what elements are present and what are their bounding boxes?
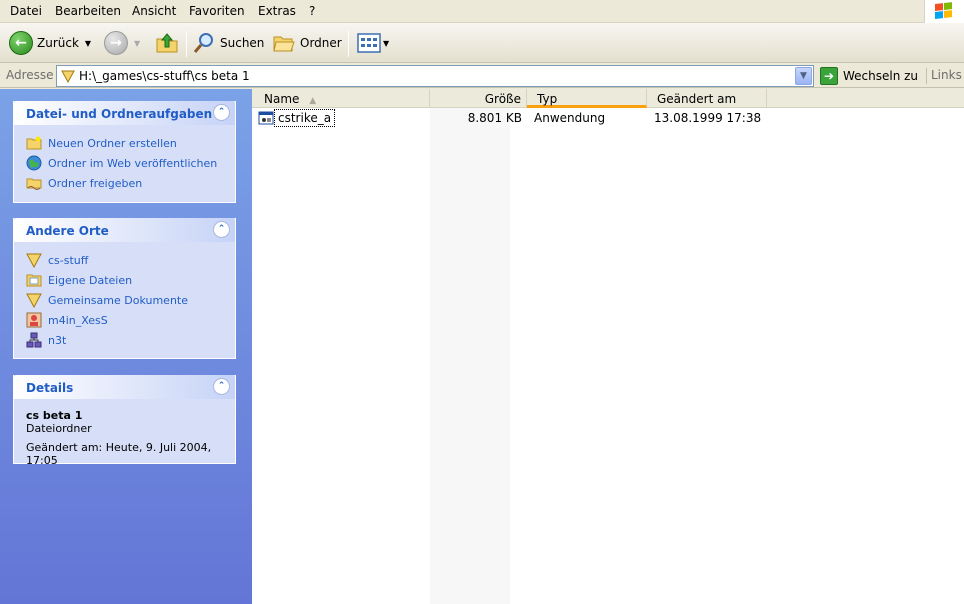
other-places-header[interactable]: Andere Orte ⌃ bbox=[14, 218, 235, 242]
toolbar-separator bbox=[348, 31, 349, 57]
up-folder-button[interactable] bbox=[155, 29, 179, 57]
task-pane: Datei- und Ordneraufgaben ⌃ Neuen Ordner… bbox=[0, 89, 252, 604]
address-label: Adresse bbox=[6, 68, 54, 82]
application-icon bbox=[258, 111, 274, 125]
group-title: Details bbox=[26, 381, 74, 395]
folders-label: Ordner bbox=[300, 36, 342, 50]
task-label: Ordner freigeben bbox=[48, 176, 143, 190]
place-label: n3t bbox=[48, 333, 67, 347]
windows-flag-icon bbox=[935, 2, 953, 20]
details-type: Dateiordner bbox=[26, 422, 92, 435]
collapse-chevron-icon[interactable]: ⌃ bbox=[213, 378, 230, 395]
column-header-size[interactable]: Größe bbox=[430, 89, 527, 108]
details-group: Details ⌃ cs beta 1 Dateiordner Geändert… bbox=[13, 375, 236, 467]
table-row[interactable]: cstrike_a 8.801 KB Anwendung 13.08.1999 … bbox=[252, 109, 964, 127]
views-button[interactable]: ▼ bbox=[357, 29, 389, 57]
details-modified: Geändert am: Heute, 9. Juli 2004, 17:05 bbox=[26, 441, 212, 467]
toolbar-separator bbox=[186, 31, 187, 57]
column-header-modified[interactable]: Geändert am bbox=[647, 89, 767, 108]
forward-dropdown-icon[interactable]: ▼ bbox=[134, 39, 140, 48]
file-folder-tasks-header[interactable]: Datei- und Ordneraufgaben ⌃ bbox=[14, 101, 235, 125]
details-name: cs beta 1 bbox=[26, 409, 83, 422]
column-name-label: Name bbox=[264, 92, 300, 106]
back-button[interactable]: ← Zurück ▼ bbox=[9, 29, 91, 57]
collapse-chevron-icon[interactable]: ⌃ bbox=[213, 104, 230, 121]
column-type-label: Typ bbox=[537, 92, 558, 106]
network-folder-icon bbox=[61, 70, 75, 83]
menu-bar: Datei Bearbeiten Ansicht Favoriten Extra… bbox=[0, 0, 964, 23]
details-header[interactable]: Details ⌃ bbox=[14, 375, 235, 399]
place-label: cs-stuff bbox=[48, 253, 89, 267]
file-list[interactable]: Name ▲ Größe Typ Geändert am cstrike_a 8… bbox=[252, 89, 964, 604]
new-folder-icon bbox=[26, 136, 42, 150]
menu-datei[interactable]: Datei bbox=[10, 4, 42, 18]
column-modified-label: Geändert am bbox=[657, 92, 737, 106]
go-button[interactable]: ➔ Wechseln zu bbox=[820, 66, 918, 86]
views-dropdown-icon[interactable]: ▼ bbox=[383, 39, 389, 48]
search-label: Suchen bbox=[220, 36, 265, 50]
place-user[interactable]: m4in_XesS bbox=[26, 310, 235, 330]
windows-logo bbox=[924, 0, 964, 23]
menu-help[interactable]: ? bbox=[309, 4, 315, 18]
column-header-type[interactable]: Typ bbox=[527, 89, 647, 108]
menu-ansicht[interactable]: Ansicht bbox=[132, 4, 176, 18]
documents-icon bbox=[26, 274, 42, 287]
network-icon bbox=[26, 332, 42, 348]
column-headers: Name ▲ Größe Typ Geändert am bbox=[252, 89, 964, 108]
back-dropdown-icon[interactable]: ▼ bbox=[85, 39, 91, 48]
back-label: Zurück bbox=[37, 36, 79, 50]
go-label: Wechseln zu bbox=[843, 69, 919, 83]
folders-icon bbox=[273, 36, 295, 52]
task-new-folder[interactable]: Neuen Ordner erstellen bbox=[26, 133, 235, 153]
menu-bearbeiten[interactable]: Bearbeiten bbox=[55, 4, 121, 18]
task-label: Neuen Ordner erstellen bbox=[48, 136, 177, 150]
file-folder-tasks-group: Datei- und Ordneraufgaben ⌃ Neuen Ordner… bbox=[13, 101, 236, 203]
place-shared-documents[interactable]: Gemeinsame Dokumente bbox=[26, 290, 235, 310]
network-folder-icon bbox=[26, 293, 42, 308]
up-folder-icon bbox=[156, 33, 178, 53]
back-arrow-icon: ← bbox=[9, 31, 33, 55]
file-name[interactable]: cstrike_a bbox=[274, 109, 336, 127]
place-my-documents[interactable]: Eigene Dateien bbox=[26, 270, 235, 290]
sort-ascending-icon: ▲ bbox=[309, 96, 317, 106]
column-header-name[interactable]: Name ▲ bbox=[252, 89, 430, 108]
place-label: m4in_XesS bbox=[48, 313, 108, 327]
address-dropdown-icon[interactable]: ▼ bbox=[795, 67, 812, 85]
place-cs-stuff[interactable]: cs-stuff bbox=[26, 250, 235, 270]
file-type: Anwendung bbox=[534, 111, 606, 125]
views-icon bbox=[357, 33, 381, 53]
address-bar: Adresse H:\_games\cs-stuff\cs beta 1 ▼ ➔… bbox=[0, 64, 964, 88]
forward-button[interactable]: → ▼ bbox=[104, 29, 140, 57]
other-places-group: Andere Orte ⌃ cs-stuff Eigene Dateien Ge… bbox=[13, 218, 236, 359]
address-field[interactable]: H:\_games\cs-stuff\cs beta 1 ▼ bbox=[56, 65, 814, 87]
search-icon bbox=[193, 33, 213, 53]
globe-icon bbox=[26, 155, 42, 171]
links-toolbar[interactable]: Links bbox=[926, 68, 962, 84]
task-share-folder[interactable]: Ordner freigeben bbox=[26, 173, 235, 193]
place-network[interactable]: n3t bbox=[26, 330, 235, 350]
collapse-chevron-icon[interactable]: ⌃ bbox=[213, 221, 230, 238]
file-size: 8.801 KB bbox=[467, 111, 522, 125]
group-title: Andere Orte bbox=[26, 224, 109, 238]
search-button[interactable]: Suchen bbox=[192, 29, 264, 57]
share-folder-icon bbox=[26, 178, 42, 190]
column-size-label: Größe bbox=[484, 92, 521, 106]
place-label: Eigene Dateien bbox=[48, 273, 133, 287]
sorted-column-highlight bbox=[430, 108, 510, 604]
task-publish-web[interactable]: Ordner im Web veröffentlichen bbox=[26, 153, 235, 173]
menu-favoriten[interactable]: Favoriten bbox=[189, 4, 245, 18]
toolbar: ← Zurück ▼ → ▼ Suchen Ordner ▼ bbox=[0, 23, 964, 63]
menu-extras[interactable]: Extras bbox=[258, 4, 296, 18]
file-modified: 13.08.1999 17:38 bbox=[654, 111, 762, 125]
folders-button[interactable]: Ordner bbox=[272, 29, 342, 57]
group-title: Datei- und Ordneraufgaben bbox=[26, 107, 213, 121]
forward-arrow-icon: → bbox=[104, 31, 128, 55]
user-icon bbox=[26, 312, 42, 328]
place-label: Gemeinsame Dokumente bbox=[48, 293, 188, 307]
go-arrow-icon: ➔ bbox=[820, 67, 838, 85]
address-value: H:\_games\cs-stuff\cs beta 1 bbox=[79, 69, 250, 83]
network-folder-icon bbox=[26, 253, 42, 268]
task-label: Ordner im Web veröffentlichen bbox=[48, 156, 218, 170]
